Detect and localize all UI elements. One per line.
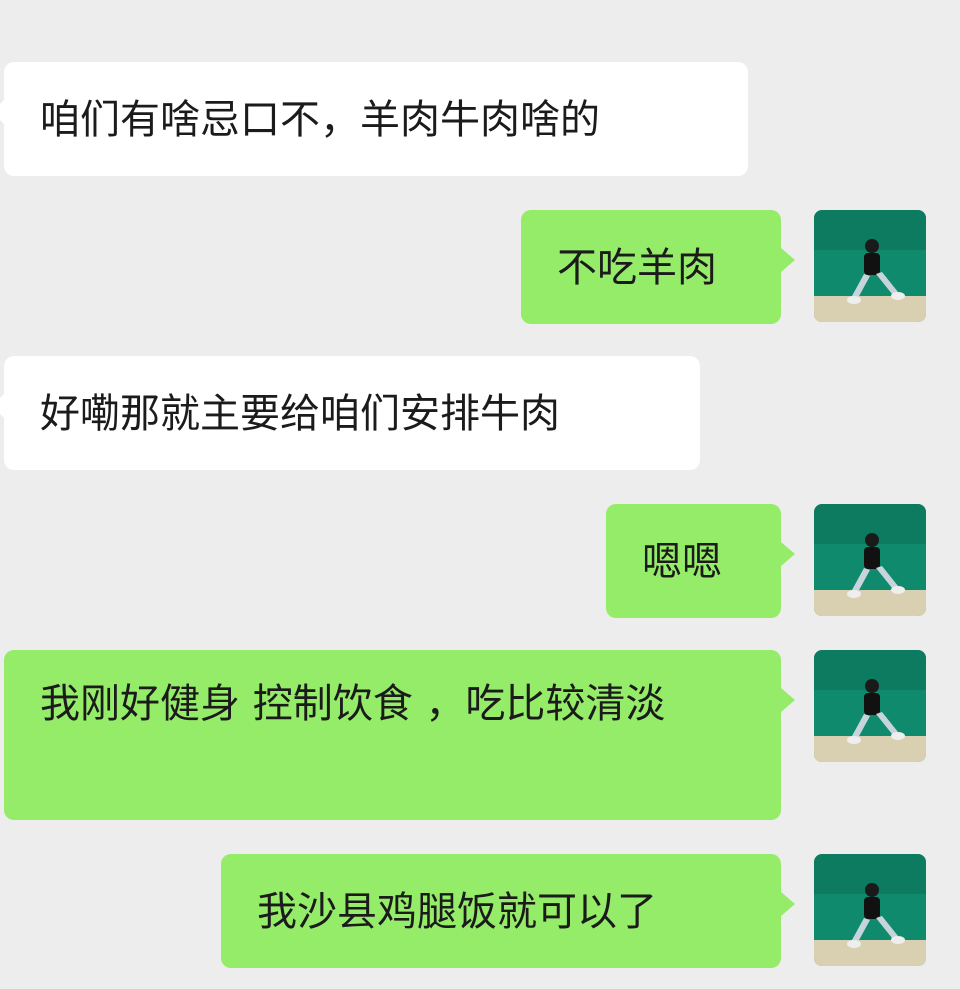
avatar-photo-icon	[814, 854, 926, 966]
sender-avatar[interactable]	[814, 210, 926, 322]
chat-thread[interactable]: 咱们有啥忌口不，羊肉牛肉啥的 不吃羊肉 好嘞那就主要给咱们安排牛肉 嗯嗯 我刚好…	[0, 0, 960, 989]
avatar-photo-icon	[814, 504, 926, 616]
message-bubble-outgoing[interactable]: 我刚好健身 控制饮食 ，吃比较清淡	[4, 650, 795, 820]
sender-avatar[interactable]	[814, 650, 926, 762]
sender-avatar[interactable]	[814, 504, 926, 616]
message-text: 好嘞那就主要给咱们安排牛肉	[40, 391, 560, 437]
avatar-photo-icon	[814, 650, 926, 762]
message-bubble-incoming[interactable]: 咱们有啥忌口不，羊肉牛肉啥的	[0, 62, 748, 176]
message-text: 咱们有啥忌口不，羊肉牛肉啥的	[40, 97, 600, 143]
message-bubble-outgoing[interactable]: 我沙县鸡腿饭就可以了	[221, 854, 795, 968]
message-bubble-outgoing[interactable]: 嗯嗯	[606, 504, 795, 618]
message-bubble-incoming[interactable]: 好嘞那就主要给咱们安排牛肉	[0, 356, 700, 470]
sender-avatar[interactable]	[814, 854, 926, 966]
message-text: 不吃羊肉	[557, 245, 717, 291]
message-text: 我沙县鸡腿饭就可以了	[257, 889, 657, 935]
message-text: 我刚好健身 控制饮食 ，吃比较清淡	[40, 681, 666, 727]
avatar-photo-icon	[814, 210, 926, 322]
message-text: 嗯嗯	[642, 539, 722, 585]
message-bubble-outgoing[interactable]: 不吃羊肉	[521, 210, 795, 324]
